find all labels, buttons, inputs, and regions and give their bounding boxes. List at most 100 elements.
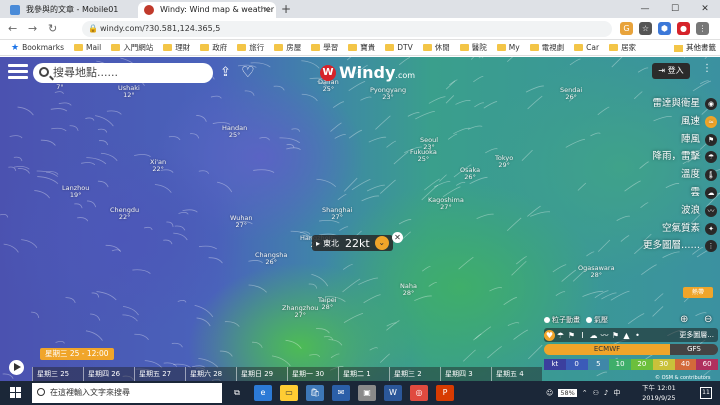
extension-icon[interactable]: ⬢ (658, 22, 671, 35)
taskbar-clock[interactable]: 下午 12:01 2019/9/25 (642, 383, 676, 403)
adblock-extension-icon[interactable]: ● (677, 22, 690, 35)
timeline-day[interactable]: 星期一 30 (287, 367, 338, 381)
layer-item[interactable]: 溫度 🌡 (610, 166, 720, 184)
back-arrow-icon[interactable]: ← (8, 21, 17, 37)
rain-quick-icon[interactable]: ☂ (555, 331, 566, 340)
bookmark-folder[interactable]: 理財 (158, 42, 195, 53)
layer-item[interactable]: 波浪〰 (610, 202, 720, 220)
bookmark-folder[interactable]: 入門網站 (106, 42, 158, 53)
other-bookmarks[interactable]: 其他書籤 (674, 40, 716, 55)
layer-item[interactable]: 降雨，雷擊 ☂ (610, 148, 720, 166)
new-tab-button[interactable]: + (281, 2, 291, 16)
mountain-quick-icon[interactable]: ▲ (621, 331, 632, 340)
file-explorer-icon[interactable]: ▭ (280, 385, 298, 401)
zoom-out-icon[interactable]: ⊖ (704, 314, 712, 325)
flag2-quick-icon[interactable]: ⚑ (610, 331, 621, 340)
timeline-day[interactable]: 星期三 2 (389, 367, 440, 381)
bookmark-folder[interactable]: 電視劇 (525, 42, 570, 53)
word-icon[interactable]: W (384, 385, 402, 401)
timeline-day[interactable]: 星期二 1 (338, 367, 389, 381)
model-gfs-button[interactable]: GFS (670, 344, 718, 355)
layer-item[interactable]: 雷達與衛星 ◉ (610, 95, 720, 113)
bookmark-folder[interactable]: Mail (69, 43, 106, 52)
bookmark-folder[interactable]: My (492, 43, 525, 52)
tab-windy[interactable]: Windy: Wind map & weather fo ✕ (138, 2, 276, 18)
minimize-button[interactable]: — (630, 0, 660, 18)
volume-icon[interactable]: ♪ (604, 389, 608, 397)
bookmarks-star-item[interactable]: ★ Bookmarks (6, 43, 69, 53)
timeline-day[interactable]: 星期日 29 (236, 367, 287, 381)
tab-mobile01[interactable]: 我參與的文章 - Mobile01 (4, 2, 136, 18)
cloud-quick-icon[interactable]: ☁ (588, 331, 599, 340)
tab-close-icon[interactable]: ✕ (263, 2, 270, 18)
current-time-badge[interactable]: 星期三 25 - 12:00 (40, 348, 114, 360)
edge-icon[interactable]: e (254, 385, 272, 401)
search-input[interactable]: 搜尋地點...... (33, 63, 213, 83)
bookmark-folder[interactable]: 寶貴 (343, 42, 380, 53)
login-button[interactable]: ⇥ 登入 (652, 63, 690, 79)
more-options-icon[interactable]: ⋮ (700, 63, 714, 79)
timeline-bar[interactable]: 星期三 25 星期四 26 星期五 27 星期六 28 星期日 29 星期一 30 星期二 … (32, 367, 542, 381)
bookmark-folder[interactable]: 醫院 (455, 42, 492, 53)
windy-map[interactable]: Ulaanbaatar 7°Ushaki 12°Dalian 25°Pyongy… (0, 57, 720, 381)
windy-logo[interactable]: W Windy .com (320, 63, 415, 82)
timeline-day[interactable]: 星期五 4 (491, 367, 542, 381)
bookmark-star-icon[interactable]: ☆ (639, 22, 652, 35)
forward-arrow-icon[interactable]: → (28, 21, 37, 37)
chrome-icon[interactable]: ◎ (410, 385, 428, 401)
wind-picker[interactable]: ▸ 東北 22kt ⌄ (312, 235, 393, 251)
timeline-day[interactable]: 星期四 3 (440, 367, 491, 381)
bookmark-folder[interactable]: 房屋 (269, 42, 306, 53)
bookmark-folder[interactable]: 居家 (604, 42, 641, 53)
mail-icon[interactable]: ✉ (332, 385, 350, 401)
bookmark-folder[interactable]: DTV (380, 43, 418, 52)
windows-start-icon[interactable] (10, 387, 22, 399)
task-view-icon[interactable]: ⧉ (228, 385, 246, 401)
hamburger-menu-icon[interactable] (8, 64, 28, 80)
battery-indicator[interactable]: 58% (558, 389, 577, 397)
picker-close-icon[interactable]: ✕ (392, 232, 403, 243)
bookmark-folder[interactable]: 政府 (195, 42, 232, 53)
notification-center-icon[interactable]: 11 (700, 387, 712, 399)
bookmark-folder[interactable]: 學習 (306, 42, 343, 53)
timeline-day[interactable]: 星期四 26 (83, 367, 134, 381)
bookmark-folder[interactable]: Car (569, 43, 604, 52)
timeline-day[interactable]: 星期三 25 (32, 367, 83, 381)
layer-item[interactable]: 風速 ≈ (610, 113, 720, 131)
powerpoint-icon[interactable]: P (436, 385, 454, 401)
url-field[interactable]: 🔒 windy.com/?30.581,124.365,5 (82, 21, 612, 37)
ime-indicator[interactable]: 中 (613, 388, 620, 398)
network-icon[interactable]: ⚇ (593, 389, 599, 397)
zoom-in-icon[interactable]: ⊕ (680, 314, 688, 325)
temp-quick-icon[interactable]: Ⅰ (577, 331, 588, 340)
flag-quick-icon[interactable]: ⚑ (566, 331, 577, 340)
translate-extension-icon[interactable]: G (620, 22, 633, 35)
timeline-day[interactable]: 星期六 28 (185, 367, 236, 381)
bookmark-folder[interactable]: 旅行 (232, 42, 269, 53)
share-icon[interactable]: ⇪ (220, 65, 231, 80)
chevron-down-icon[interactable]: ⌄ (374, 236, 389, 250)
heart-icon[interactable]: ♡ (241, 63, 254, 81)
layer-item[interactable]: 空氣質素 ✦ (610, 220, 720, 238)
dot-quick-icon[interactable]: • (632, 331, 643, 340)
people-icon[interactable]: ☺ (546, 389, 553, 397)
tray-expand-icon[interactable]: ⌃ (582, 389, 588, 397)
reload-icon[interactable]: ↻ (48, 21, 57, 37)
layer-item[interactable]: 更多圖層…… ⋮ (610, 237, 720, 255)
store-icon[interactable]: 🛍 (306, 385, 324, 401)
app-icon[interactable]: ▣ (358, 385, 376, 401)
tropical-badge[interactable]: 熱帶 (683, 287, 713, 298)
layer-item[interactable]: 陣風 ⚑ (610, 131, 720, 149)
model-ecmwf-button[interactable]: ECMWF (544, 344, 670, 355)
more-layers-link[interactable]: 更多圖層... (679, 330, 718, 340)
pressure-toggle[interactable]: 氣壓 (586, 315, 608, 325)
close-window-button[interactable]: ✕ (690, 0, 720, 18)
layer-item[interactable]: 雲 ☁ (610, 184, 720, 202)
wind-quick-icon[interactable]: ♥ (544, 329, 555, 341)
play-button[interactable] (9, 360, 24, 375)
taskbar-search-input[interactable]: 在這裡輸入文字來搜尋 (32, 383, 222, 403)
menu-kebab-icon[interactable]: ⋮ (696, 22, 709, 35)
timeline-day[interactable]: 星期五 27 (134, 367, 185, 381)
wave-quick-icon[interactable]: 〰 (599, 330, 610, 341)
maximize-button[interactable]: ☐ (660, 0, 690, 18)
